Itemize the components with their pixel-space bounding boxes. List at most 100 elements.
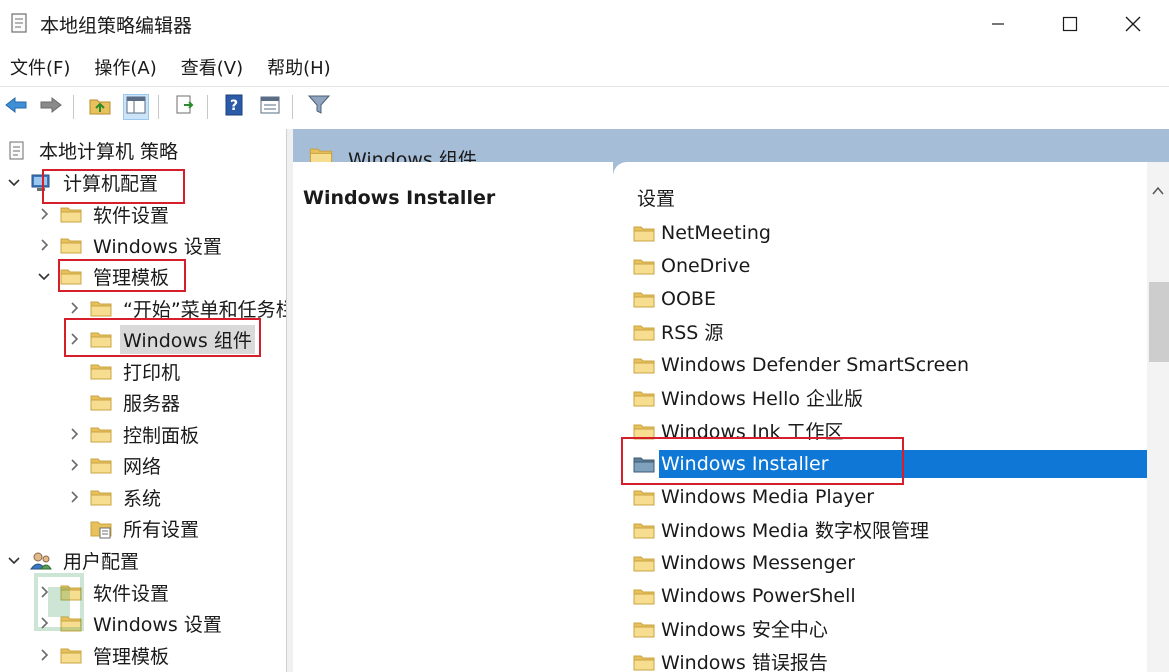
folder-icon xyxy=(633,290,655,308)
folder-icon xyxy=(633,620,655,638)
column-header-setting[interactable]: 设置 xyxy=(637,184,675,211)
chevron-right-icon[interactable] xyxy=(66,489,82,505)
tree-label-printers: 打印机 xyxy=(123,361,181,384)
folder-icon xyxy=(633,554,655,572)
folder-icon xyxy=(90,488,112,506)
folder-icon xyxy=(60,267,82,285)
list-item[interactable]: Windows Defender SmartScreen xyxy=(613,348,1147,381)
tree-label-all-settings: 所有设置 xyxy=(123,518,200,541)
list-item-label: Windows 错误报告 xyxy=(661,652,828,672)
scroll-up-button[interactable] xyxy=(1147,180,1169,200)
list-item-label: Windows Media 数字权限管理 xyxy=(661,520,929,542)
list-item[interactable]: Windows Media 数字权限管理 xyxy=(613,513,1147,546)
minimize-icon xyxy=(991,17,1005,31)
tree-node-admin-templates[interactable]: 管理模板 xyxy=(36,261,172,291)
toolbar-separator xyxy=(292,95,293,119)
show-hide-tree-button[interactable] xyxy=(123,94,149,120)
tree-node-all-settings[interactable]: 所有设置 xyxy=(90,513,202,543)
chevron-right-icon[interactable] xyxy=(36,647,52,663)
tree-label-software-settings: 软件设置 xyxy=(93,204,170,227)
chevron-down-icon[interactable] xyxy=(6,174,22,190)
tree-label-control-panel: 控制面板 xyxy=(123,424,200,447)
chevron-right-icon[interactable] xyxy=(36,206,52,222)
chevron-right-icon[interactable] xyxy=(66,457,82,473)
folder-icon xyxy=(90,362,112,380)
list-item[interactable]: Windows 安全中心 xyxy=(613,612,1147,645)
list-item[interactable]: NetMeeting xyxy=(613,216,1147,249)
menu-help[interactable]: 帮助(H) xyxy=(267,54,331,80)
forward-arrow-icon xyxy=(39,96,63,119)
maximize-icon xyxy=(1062,16,1078,32)
folder-icon xyxy=(90,330,112,348)
up-one-level-button[interactable] xyxy=(87,94,113,120)
properties-button[interactable] xyxy=(257,94,283,120)
toolbar: ? xyxy=(0,86,1169,126)
filter-button[interactable] xyxy=(306,94,332,120)
up-folder-icon xyxy=(89,95,111,120)
toolbar-separator xyxy=(73,95,74,119)
minimize-button[interactable] xyxy=(962,0,1034,48)
tree-label-user-admin-templates: 管理模板 xyxy=(93,645,170,668)
tree-node-start-menu[interactable]: “开始”菜单和任务栏 xyxy=(66,293,286,323)
chevron-right-icon[interactable] xyxy=(66,426,82,442)
chevron-right-icon[interactable] xyxy=(36,237,52,253)
help-button[interactable]: ? xyxy=(221,94,247,120)
list-item-selected[interactable]: Windows Installer xyxy=(613,447,1147,480)
tree-label-network: 网络 xyxy=(123,455,162,478)
tree-node-windows-components[interactable]: Windows 组件 xyxy=(66,324,255,354)
menu-view[interactable]: 查看(V) xyxy=(181,54,243,80)
chevron-right-icon[interactable] xyxy=(66,300,82,316)
list-item[interactable]: Windows Messenger xyxy=(613,546,1147,579)
list-item-label: Windows Defender SmartScreen xyxy=(661,353,969,376)
tree-node-system[interactable]: 系统 xyxy=(66,482,164,512)
tree-node-printers[interactable]: 打印机 xyxy=(90,356,183,386)
policy-editor-icon xyxy=(9,12,29,34)
help-icon: ? xyxy=(224,94,244,121)
list-item-label: Windows Installer xyxy=(659,449,1147,478)
menu-file[interactable]: 文件(F) xyxy=(10,54,70,80)
tree-node-software-settings[interactable]: 软件设置 xyxy=(36,199,172,229)
tree-node-windows-settings[interactable]: Windows 设置 xyxy=(36,230,225,260)
chevron-right-icon[interactable] xyxy=(66,331,82,347)
list-item[interactable]: Windows Ink 工作区 xyxy=(613,414,1147,447)
tree-node-root[interactable]: 本地计算机 策略 xyxy=(6,135,181,165)
folder-icon xyxy=(90,299,112,317)
list-item[interactable]: Windows Media Player xyxy=(613,480,1147,513)
vertical-scrollbar[interactable] xyxy=(1147,162,1169,672)
list-item[interactable]: RSS 源 xyxy=(613,315,1147,348)
list-item-label: Windows Messenger xyxy=(661,551,856,574)
forward-button[interactable] xyxy=(38,94,64,120)
tree-node-network[interactable]: 网络 xyxy=(66,450,164,480)
export-list-button[interactable] xyxy=(172,94,198,120)
folder-icon xyxy=(60,646,82,664)
description-pane: Windows Installer xyxy=(293,162,613,672)
tree-node-control-panel[interactable]: 控制面板 xyxy=(66,419,202,449)
back-button[interactable] xyxy=(3,94,29,120)
all-settings-icon xyxy=(90,519,112,539)
filter-icon xyxy=(307,95,331,120)
close-button[interactable] xyxy=(1097,0,1169,48)
tree-node-servers[interactable]: 服务器 xyxy=(90,387,183,417)
window-title: 本地组策略编辑器 xyxy=(40,15,193,37)
tree-node-user-admin-templates[interactable]: 管理模板 xyxy=(36,640,172,670)
folder-icon xyxy=(633,488,655,506)
list-item[interactable]: Windows Hello 企业版 xyxy=(613,381,1147,414)
folder-icon xyxy=(633,323,655,341)
folder-icon xyxy=(633,521,655,539)
folder-icon xyxy=(633,653,655,671)
list-item-label: OneDrive xyxy=(661,254,751,277)
chevron-up-icon xyxy=(1152,179,1164,201)
list-item[interactable]: Windows 错误报告 xyxy=(613,645,1147,672)
menu-action[interactable]: 操作(A) xyxy=(94,54,156,80)
chevron-down-icon[interactable] xyxy=(36,268,52,284)
maximize-button[interactable] xyxy=(1034,0,1106,48)
list-item[interactable]: OneDrive xyxy=(613,249,1147,282)
list-item[interactable]: OOBE xyxy=(613,282,1147,315)
chevron-down-icon[interactable] xyxy=(6,552,22,568)
list-item-label: Windows PowerShell xyxy=(661,584,856,607)
scroll-thumb[interactable] xyxy=(1149,282,1169,362)
tree-node-computer-config[interactable]: 计算机配置 xyxy=(6,167,161,197)
list-item[interactable]: Windows PowerShell xyxy=(613,579,1147,612)
tree-label-servers: 服务器 xyxy=(123,392,181,415)
properties-icon xyxy=(260,96,280,119)
